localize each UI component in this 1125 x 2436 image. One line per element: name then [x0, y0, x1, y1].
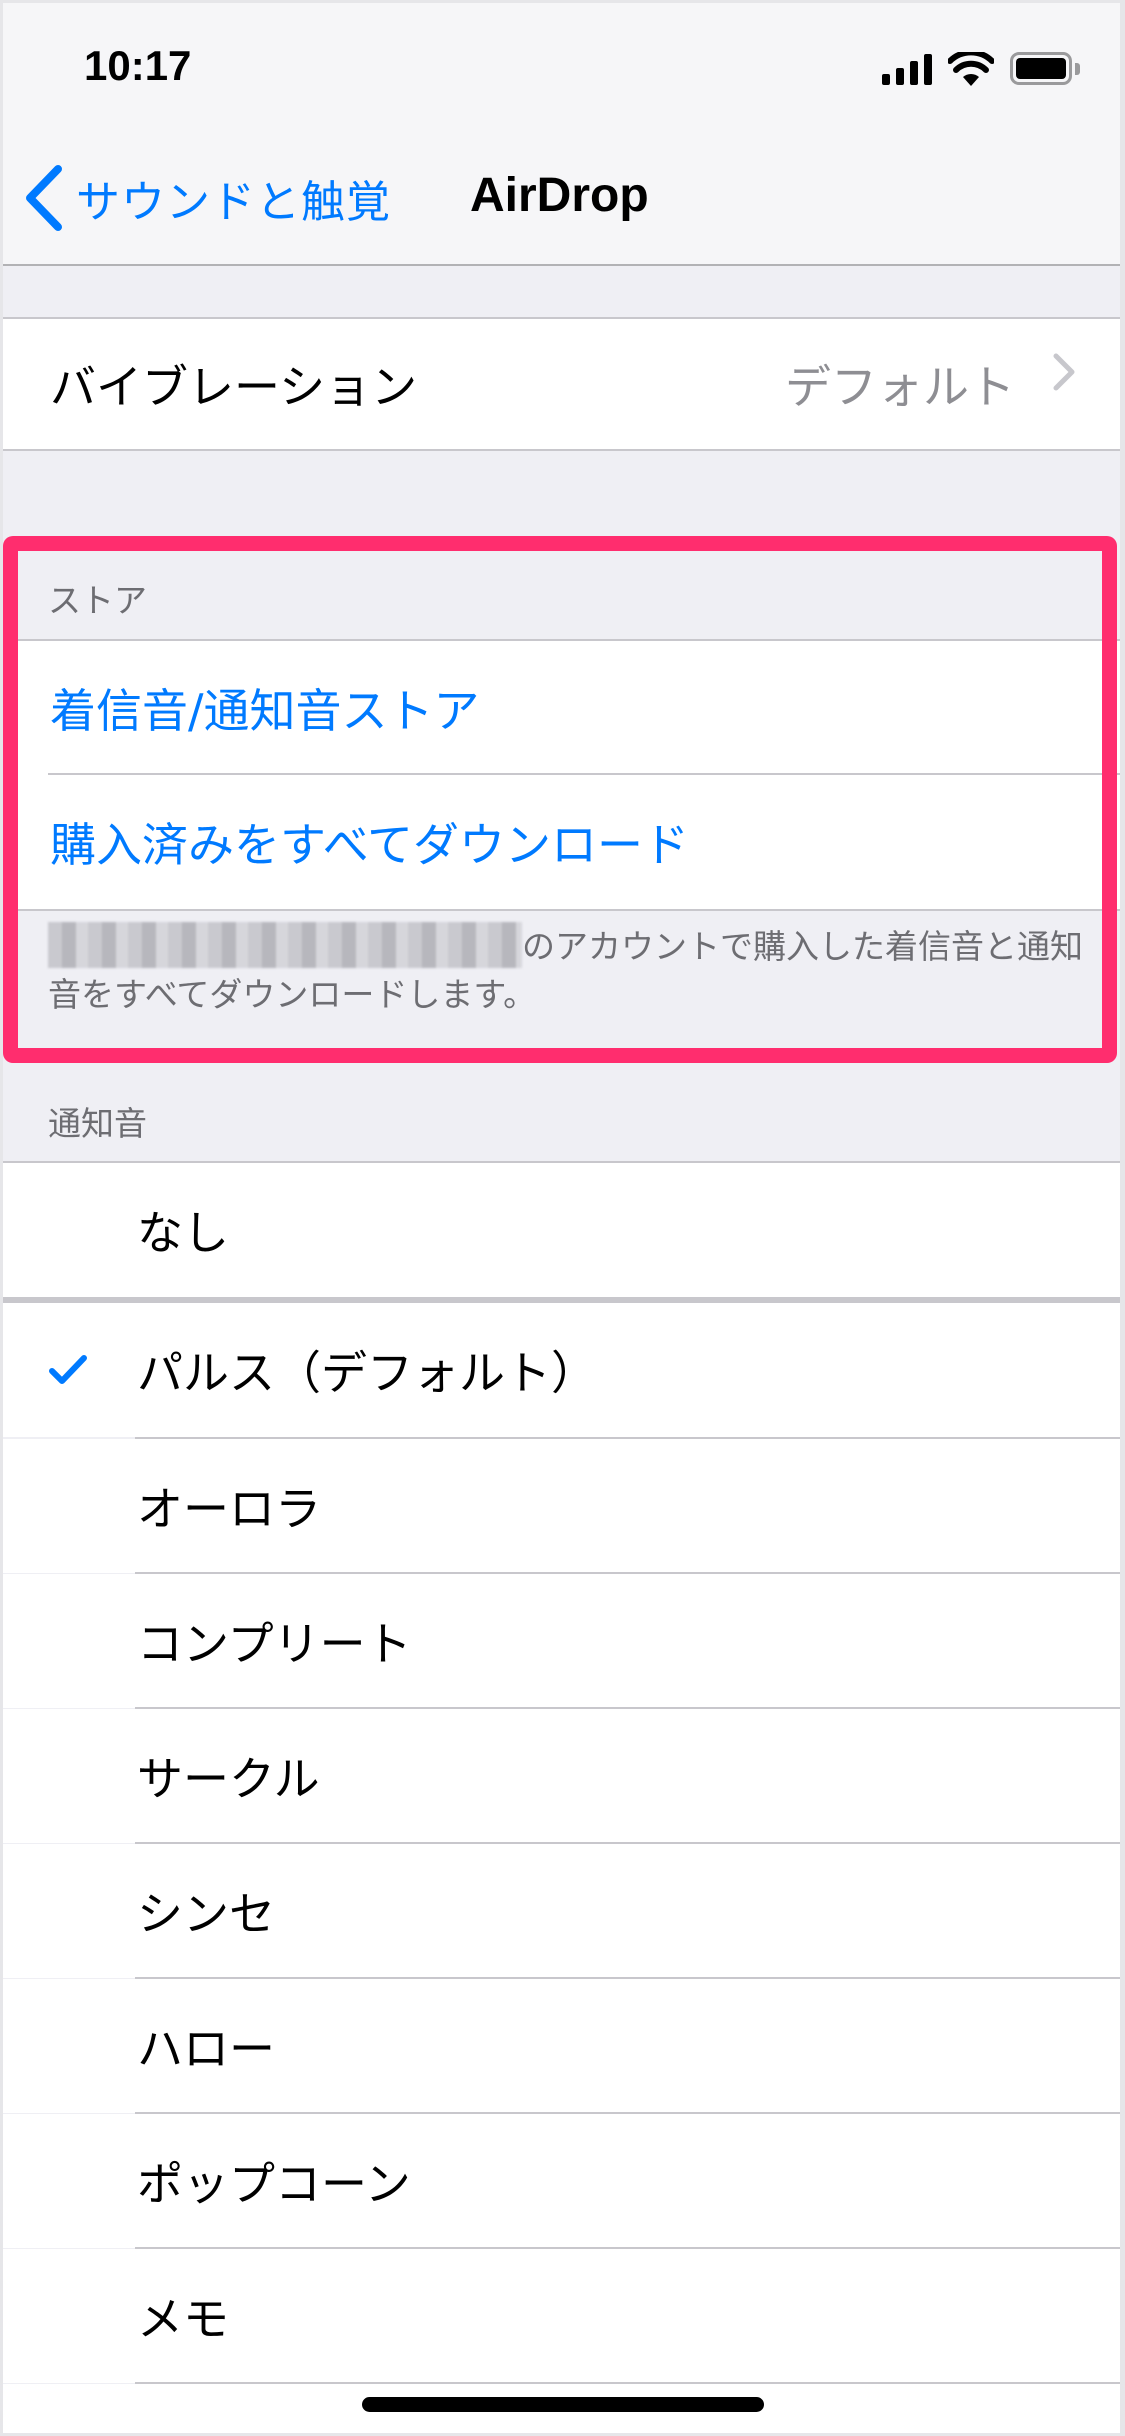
back-button[interactable]: サウンドと触覚 [22, 160, 391, 236]
cellular-signal-icon [882, 53, 934, 85]
sound-label: サークル [137, 1752, 320, 1806]
vibration-value: デフォルト [785, 360, 1015, 414]
status-time: 10:17 [84, 42, 192, 89]
sound-label: コンプリート [137, 1617, 412, 1671]
sound-label: メモ [137, 2292, 229, 2346]
vibration-label: バイブレーション [50, 360, 418, 414]
sounds-section-header: 通知音 [48, 1104, 147, 1143]
status-icons [880, 50, 1085, 86]
sound-option[interactable]: パルス（デフォルト） [0, 1303, 1125, 1437]
battery-nub [1075, 63, 1080, 75]
divider [0, 909, 1125, 911]
sound-option[interactable]: コンプリート [0, 1574, 1125, 1708]
sound-none-label: なし [137, 1206, 229, 1260]
sound-label: シンセ [137, 1887, 275, 1941]
download-all-purchased-link[interactable]: 購入済みをすべてダウンロード [0, 775, 1125, 909]
sound-option[interactable]: シンセ [0, 1844, 1125, 1978]
wifi-icon [948, 52, 994, 86]
sound-option[interactable]: オーロラ [0, 1439, 1125, 1573]
sound-option[interactable]: ハロー [0, 1979, 1125, 2113]
home-indicator[interactable] [362, 2397, 764, 2412]
sound-label: オーロラ [137, 1482, 321, 1536]
ringtone-store-link[interactable]: 着信音/通知音ストア [0, 641, 1125, 775]
page-title: AirDrop [470, 169, 649, 222]
vibration-row[interactable]: バイブレーション デフォルト [0, 317, 1125, 451]
battery-icon [1010, 52, 1072, 85]
chevron-right-icon [1053, 353, 1075, 391]
sound-option-none[interactable]: なし [0, 1163, 1125, 1297]
sound-label: ハロー [137, 2022, 275, 2076]
store-footer-note: のアカウントで購入した着信音と通知音をすべてダウンロードします。 [48, 922, 1088, 1019]
checkmark-icon [49, 1355, 87, 1384]
ringtone-store-label: 着信音/通知音ストア [50, 684, 480, 738]
sound-label: パルス（デフォルト） [137, 1346, 597, 1400]
sound-label: ポップコーン [137, 2157, 411, 2211]
sound-option[interactable]: ポップコーン [0, 2114, 1125, 2248]
sound-option[interactable]: メモ [0, 2249, 1125, 2383]
back-chevron-icon [26, 165, 62, 231]
navigation-bar: 10:17 サウンドと触覚 AirDrop [0, 0, 1125, 266]
redacted-email [48, 922, 522, 968]
download-all-label: 購入済みをすべてダウンロード [50, 818, 689, 872]
store-section-header: ストア [48, 581, 147, 620]
sound-option[interactable]: サークル [0, 1709, 1125, 1843]
back-label: サウンドと触覚 [76, 177, 391, 228]
